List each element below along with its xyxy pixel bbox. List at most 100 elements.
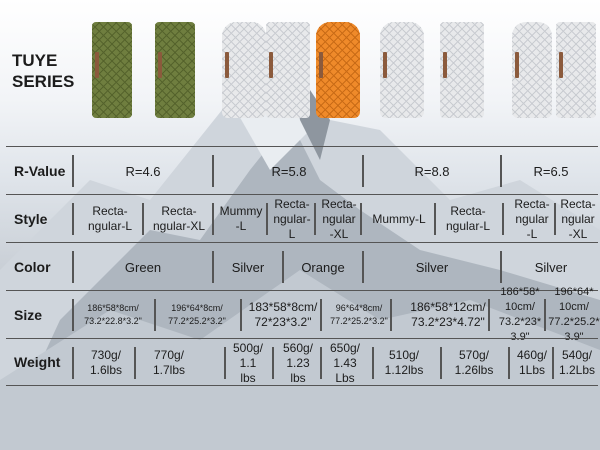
- style-cell: Recta-ngular-L: [76, 201, 144, 237]
- size-cell: 183*58*8cm/72*23*3.2": [244, 297, 322, 333]
- text-line: 10cm/: [559, 301, 589, 313]
- text-line: 10cm/: [505, 301, 535, 313]
- text-line: 1.12lbs: [384, 363, 424, 377]
- weight-cell: 730g/1.6lbs: [76, 345, 136, 381]
- text-line: 770g/: [153, 348, 185, 362]
- sleeping-pad-4: [266, 22, 310, 118]
- style-cell: Recta-ngular-L: [438, 201, 498, 237]
- separator: [544, 299, 546, 331]
- text-line: -L: [235, 219, 247, 233]
- text-line: 1.43: [333, 355, 357, 370]
- row-size: Size 186*58*8cm/73.2*22.8*3.2" 196*64*8cm…: [6, 286, 600, 343]
- weight-cell-text: 730g/1.6lbs: [90, 348, 122, 378]
- separator: [360, 203, 362, 235]
- row-color: Color Green Silver Orange Silver Silver: [6, 242, 598, 290]
- separator: [154, 299, 156, 331]
- separator: [240, 299, 242, 331]
- weight-cell: 650g/1.43 Lbs: [324, 341, 366, 385]
- weight-cell-text: 460g/1Lbs: [517, 348, 547, 378]
- separator: [212, 251, 214, 283]
- r-value-cell: R=4.6: [125, 163, 161, 179]
- color-cell: Silver: [415, 259, 449, 275]
- text-line: Mummy-L: [372, 211, 426, 226]
- text-line: -XL: [329, 226, 349, 241]
- style-cell-text: Mummy-L: [220, 204, 263, 234]
- size-cell: 196*64*8cm/77.2*25.2*3.2": [158, 297, 236, 333]
- text-line: 1.6lbs: [89, 363, 123, 377]
- sleeping-pad-3: [222, 22, 266, 118]
- text-line: 96*64*8cm/: [335, 303, 383, 313]
- text-line: ngular-XL: [152, 219, 206, 233]
- separator: [314, 203, 316, 235]
- separator: [72, 155, 74, 187]
- style-cell: Recta-ngular-XL: [558, 197, 598, 241]
- style-cell-text: Recta-ngular-XL: [321, 197, 356, 242]
- weight-cell-text: 650g/1.43 Lbs: [330, 341, 360, 386]
- style-cell: Recta-ngular-XL: [146, 201, 212, 237]
- row-weight: Weight 730g/1.6lbs 770g/1.7lbs 500g/1.1 lbs…: [6, 338, 598, 386]
- separator: [488, 299, 490, 331]
- weight-cell-text: 510g/1.12lbs: [385, 348, 424, 378]
- separator: [362, 251, 364, 283]
- text-line: 560g/: [282, 340, 314, 355]
- text-line: 1.2Lbs: [558, 363, 596, 377]
- text-line: 196*64*8cm/: [171, 303, 223, 313]
- size-cell-text: 186*58* 10cm/73.2*23* 3.9": [499, 285, 541, 345]
- text-line: 650g/: [329, 340, 361, 355]
- text-line: 186*58*12cm/: [410, 300, 486, 314]
- sleeping-pad-8: [512, 22, 552, 118]
- separator: [212, 203, 214, 235]
- weight-cell-text: 500g/1.1 lbs: [233, 341, 263, 386]
- sleeping-pad-5: [316, 22, 360, 118]
- brand-logo-strip: [319, 52, 323, 78]
- separator: [502, 203, 504, 235]
- separator: [72, 203, 74, 235]
- size-cell: 186*58*12cm/73.2*23*4.72": [394, 297, 502, 333]
- text-line: 500g/: [232, 340, 264, 355]
- text-line: ngular-L: [273, 211, 311, 241]
- color-cell: Silver: [534, 259, 568, 275]
- color-cell: Green: [124, 259, 162, 275]
- text-line: 1Lbs: [518, 363, 546, 377]
- style-cell-text: Recta-ngular-L: [446, 204, 490, 234]
- brand-logo-strip: [269, 52, 273, 78]
- brand-logo-strip: [443, 52, 447, 78]
- separator: [500, 155, 502, 187]
- text-line: ngular: [561, 211, 595, 226]
- spec-table: R-Value R=4.6 R=5.8 R=8.8 R=6.5 Style Re…: [6, 146, 600, 386]
- brand-logo-strip: [515, 52, 519, 78]
- text-line: ngular: [515, 211, 549, 226]
- weight-cell-text: 570g/1.26lbs: [455, 348, 494, 378]
- size-cell: 186*58* 10cm/73.2*23* 3.9": [492, 286, 548, 343]
- text-line: Recta-: [321, 196, 357, 211]
- text-line: 183*58*8cm/: [248, 300, 318, 314]
- style-cell: Mummy-L: [216, 201, 266, 237]
- text-line: 510g/: [388, 348, 419, 362]
- color-cell: Orange: [301, 259, 345, 275]
- text-line: 730g/: [90, 348, 122, 362]
- text-line: Recta-: [92, 204, 128, 218]
- text-line: 73.2*23*: [498, 316, 542, 328]
- text-line: Mummy: [219, 204, 263, 218]
- text-line: ngular-L: [87, 219, 133, 233]
- series-title: TUYE SERIES: [12, 50, 74, 92]
- text-line: 77.2*25.2*3.2": [330, 316, 388, 326]
- weight-cell: 460g/1Lbs: [512, 345, 552, 381]
- style-cell: Mummy-L: [364, 201, 434, 237]
- text-line: lbs: [290, 370, 306, 385]
- sleeping-pad-2: [155, 22, 195, 118]
- separator: [320, 347, 322, 379]
- row-label-style: Style: [14, 210, 48, 227]
- style-cell: Recta-ngular-L: [506, 197, 558, 241]
- style-cell-text: Recta-ngular-L: [514, 197, 549, 242]
- row-label-r-value: R-Value: [14, 162, 66, 179]
- text-line: 570g/: [458, 348, 489, 362]
- separator: [508, 347, 510, 379]
- text-line: 73.2*22.8*3.2": [84, 316, 142, 326]
- weight-cell: 510g/1.12lbs: [376, 345, 432, 381]
- separator: [552, 347, 554, 379]
- size-cell-text: 186*58*12cm/73.2*23*4.72": [410, 300, 485, 330]
- style-cell: Recta-ngular-L: [270, 197, 314, 241]
- text-line: lbs: [240, 370, 256, 385]
- separator: [142, 203, 144, 235]
